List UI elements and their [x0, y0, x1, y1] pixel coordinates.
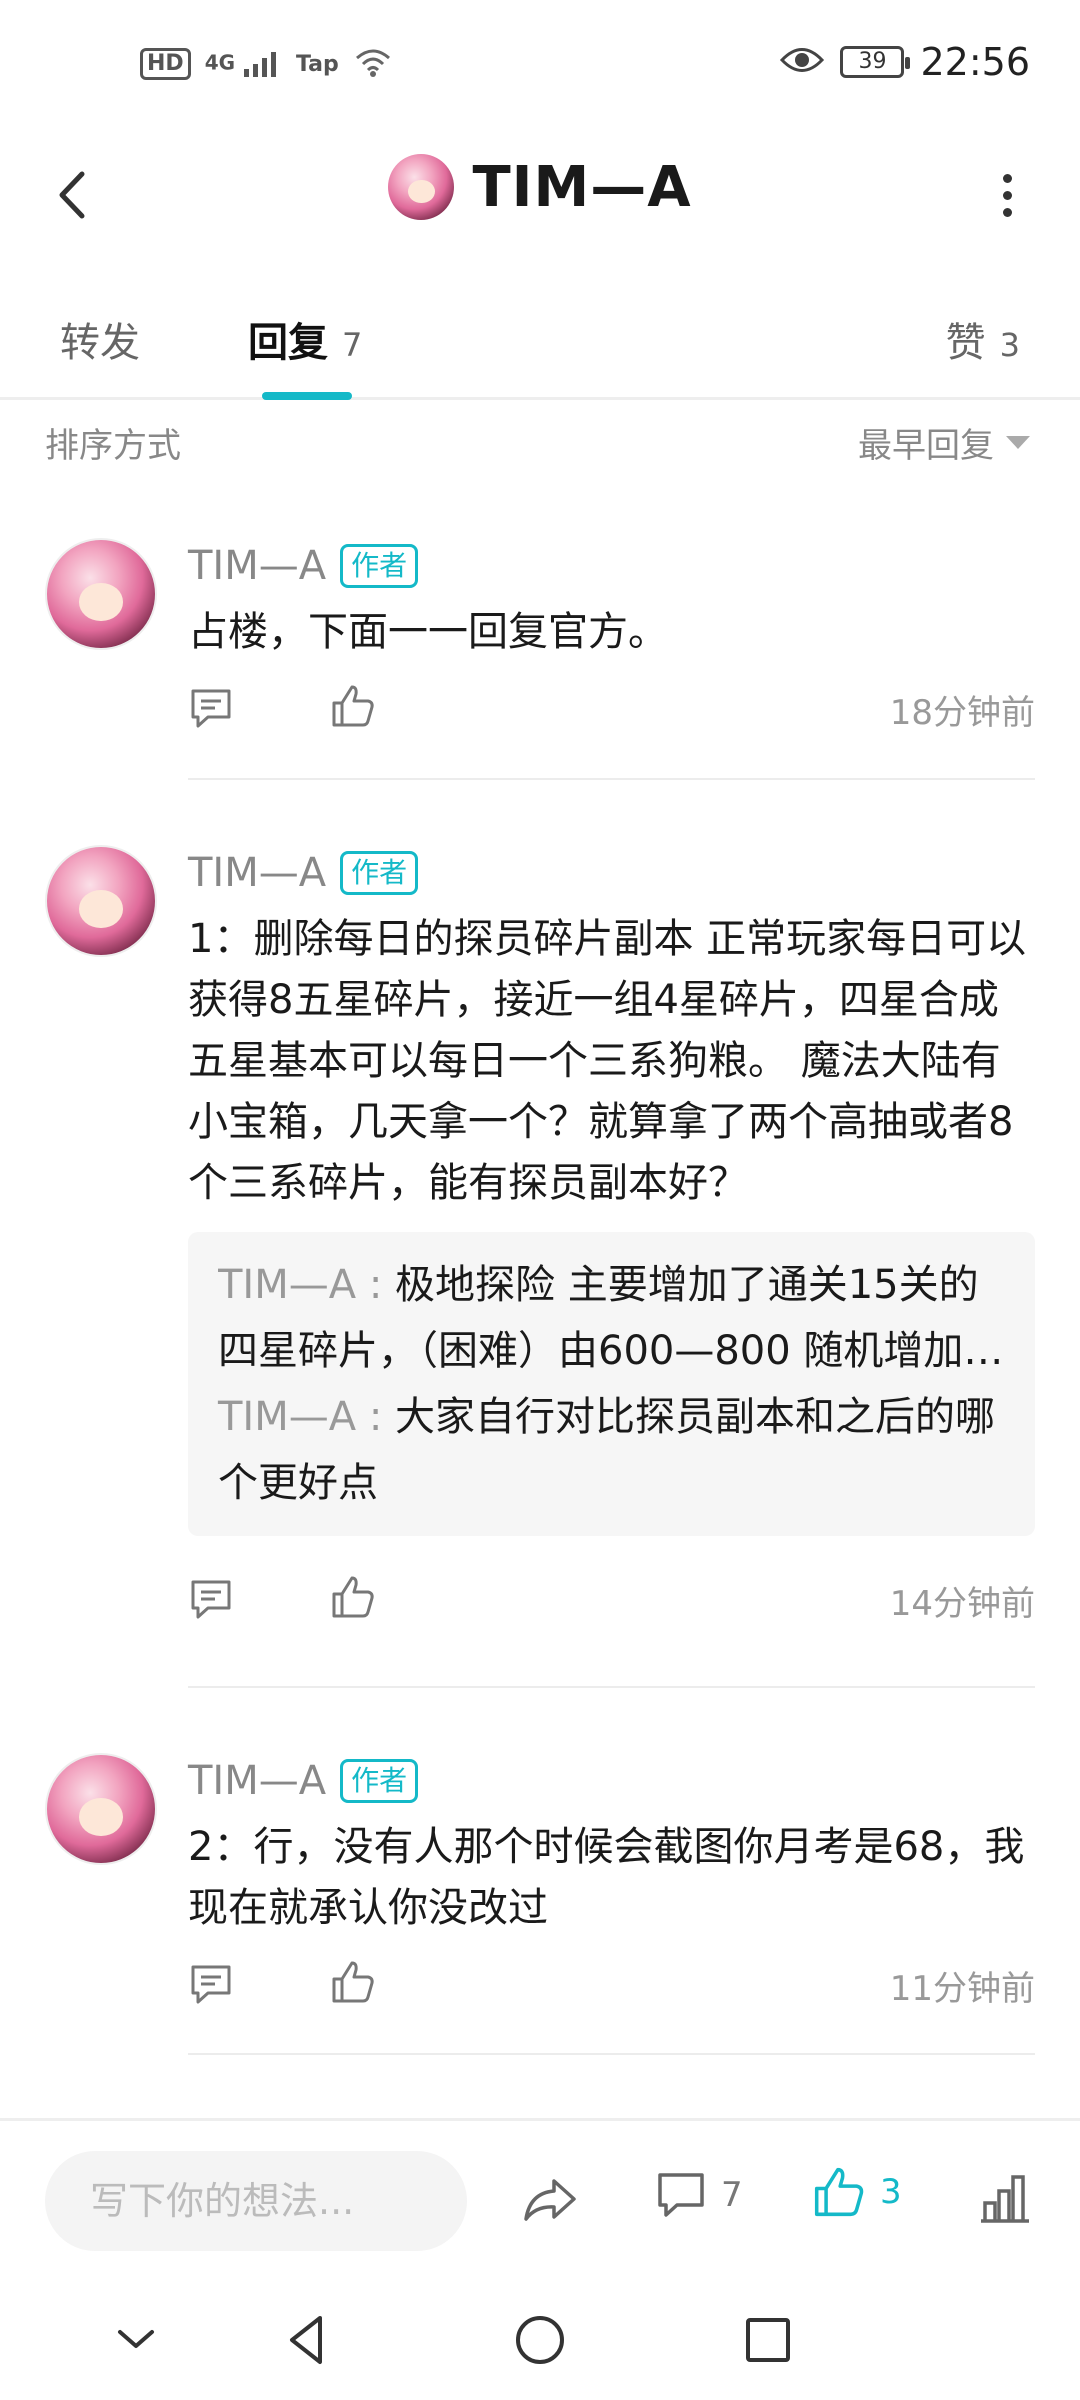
nav-home-icon[interactable]: [508, 2308, 572, 2372]
comment-author[interactable]: TIM—A: [188, 850, 326, 896]
share-icon[interactable]: [520, 2169, 580, 2229]
more-dot-icon: [1002, 207, 1012, 217]
tab-reply-count: 7: [342, 326, 363, 364]
more-dot-icon: [1002, 190, 1012, 200]
like-count: 3: [880, 2172, 902, 2212]
wifi-icon: [353, 46, 393, 82]
tab-reply[interactable]: 回复 7: [248, 310, 362, 368]
more-options-button[interactable]: [972, 160, 1042, 230]
comment-actions: 18分钟前: [188, 663, 1035, 753]
nested-reply-separator: :: [356, 1262, 396, 1308]
nested-reply[interactable]: TIM—A : 大家自行对比探员副本和之后的哪个更好点: [218, 1384, 1005, 1516]
reply-icon[interactable]: [188, 1576, 234, 1622]
clock: 22:56: [920, 40, 1030, 84]
tab-reply-label: 回复: [248, 320, 328, 366]
like-button[interactable]: 3: [812, 2165, 902, 2219]
thumbs-up-icon[interactable]: [330, 1574, 376, 1620]
comment-time: 14分钟前: [889, 1584, 1035, 1624]
comment-icon: [658, 2173, 704, 2217]
stats-icon[interactable]: [975, 2169, 1035, 2229]
comment-author[interactable]: TIM—A: [188, 543, 326, 589]
comment-text[interactable]: 占楼，下面一一回复官方。: [188, 602, 1035, 663]
divider: [188, 1686, 1035, 1688]
tab-bar: 转发 回复 7 赞3: [0, 270, 1080, 400]
tab-like-label: 赞: [945, 320, 986, 366]
status-right: 39 22:56: [780, 40, 1030, 84]
comment-author[interactable]: TIM—A: [188, 1758, 326, 1804]
nav-recents-icon[interactable]: [736, 2308, 800, 2372]
caret-down-icon: [1006, 436, 1030, 449]
author-badge: 作者: [340, 544, 419, 588]
comment-time: 11分钟前: [889, 1969, 1035, 2009]
hd-icon: HD: [140, 48, 191, 80]
avatar[interactable]: [45, 1753, 157, 1865]
comment-text[interactable]: 2：行，没有人那个时候会截图你月考是68，我现在就承认你没改过: [188, 1817, 1035, 1939]
comment-actions: 14分钟前: [188, 1554, 1035, 1644]
nested-reply[interactable]: TIM—A : 极地探险 主要增加了通关15关的四星碎片，（困难）由600—80…: [218, 1252, 1005, 1384]
title-group[interactable]: TIM—A: [0, 154, 1080, 220]
tab-indicator: [262, 392, 352, 400]
status-left: HD 4G Tap: [140, 46, 393, 82]
avatar: [388, 154, 455, 220]
reply-icon[interactable]: [188, 1961, 234, 2007]
comment-body: TIM—A 作者 2：行，没有人那个时候会截图你月考是68，我现在就承认你没改过…: [188, 1753, 1035, 2029]
author-badge: 作者: [340, 1759, 419, 1803]
page-title: TIM—A: [472, 154, 692, 220]
top-bar: TIM—A: [0, 130, 1080, 260]
comment-body: TIM—A 作者 占楼，下面一一回复官方。 18分钟前: [188, 538, 1035, 753]
reply-thread[interactable]: TIM—A : 极地探险 主要增加了通关15关的四星碎片，（困难）由600—80…: [188, 1232, 1035, 1536]
divider: [188, 2053, 1035, 2055]
nav-back-icon[interactable]: [276, 2308, 340, 2372]
tab-forward[interactable]: 转发: [60, 310, 140, 368]
chevron-down-icon[interactable]: [104, 2308, 168, 2372]
avatar[interactable]: [45, 538, 157, 650]
comment-input[interactable]: 写下你的想法...: [45, 2151, 467, 2251]
comment-button[interactable]: 7: [655, 2169, 743, 2221]
eye-comfort-icon: [780, 45, 825, 79]
divider: [188, 778, 1035, 780]
comment-item: TIM—A 作者 2：行，没有人那个时候会截图你月考是68，我现在就承认你没改过…: [0, 1753, 1080, 2053]
carrier-label: Tap: [296, 51, 339, 77]
nested-reply-author: TIM—A: [218, 1394, 357, 1440]
comment-item: TIM—A 作者 占楼，下面一一回复官方。 18分钟前: [0, 538, 1080, 778]
reply-icon[interactable]: [188, 685, 234, 731]
comment-item: TIM—A 作者 1：删除每日的探员碎片副本 正常玩家每日可以获得8五星碎片，接…: [0, 845, 1080, 1685]
comment-time: 18分钟前: [889, 693, 1035, 733]
comment-body: TIM—A 作者 1：删除每日的探员碎片副本 正常玩家每日可以获得8五星碎片，接…: [188, 845, 1035, 1644]
network-type: 4G: [204, 50, 236, 75]
signal-icon: 4G: [205, 49, 282, 79]
more-dot-icon: [1002, 173, 1012, 183]
tab-like-count: 3: [999, 326, 1020, 364]
comment-text[interactable]: 1：删除每日的探员碎片副本 正常玩家每日可以获得8五星碎片，接近一组4星碎片，四…: [188, 909, 1035, 1214]
thumbs-up-icon[interactable]: [330, 1959, 376, 2005]
author-badge: 作者: [340, 851, 419, 895]
status-bar: HD 4G Tap 39 22:56: [0, 0, 1080, 130]
sort-bar: 排序方式 最早回复: [0, 400, 1080, 490]
bottom-action-bar: 写下你的想法... 7 3: [0, 2118, 1080, 2278]
comment-actions: 11分钟前: [188, 1939, 1035, 2029]
sort-label: 排序方式: [45, 426, 181, 466]
battery-icon: 39: [840, 46, 911, 78]
nested-reply-separator: :: [356, 1394, 396, 1440]
comment-count: 7: [721, 2175, 743, 2215]
nested-reply-author: TIM—A: [218, 1262, 357, 1308]
avatar[interactable]: [45, 845, 157, 957]
thumbs-up-icon[interactable]: [330, 683, 376, 729]
system-nav-bar: [0, 2280, 1080, 2400]
tab-like[interactable]: 赞3: [946, 310, 1020, 368]
thumbs-up-icon: [814, 2167, 864, 2217]
sort-selected: 最早回复: [858, 426, 994, 466]
sort-dropdown[interactable]: 最早回复: [858, 418, 1030, 467]
